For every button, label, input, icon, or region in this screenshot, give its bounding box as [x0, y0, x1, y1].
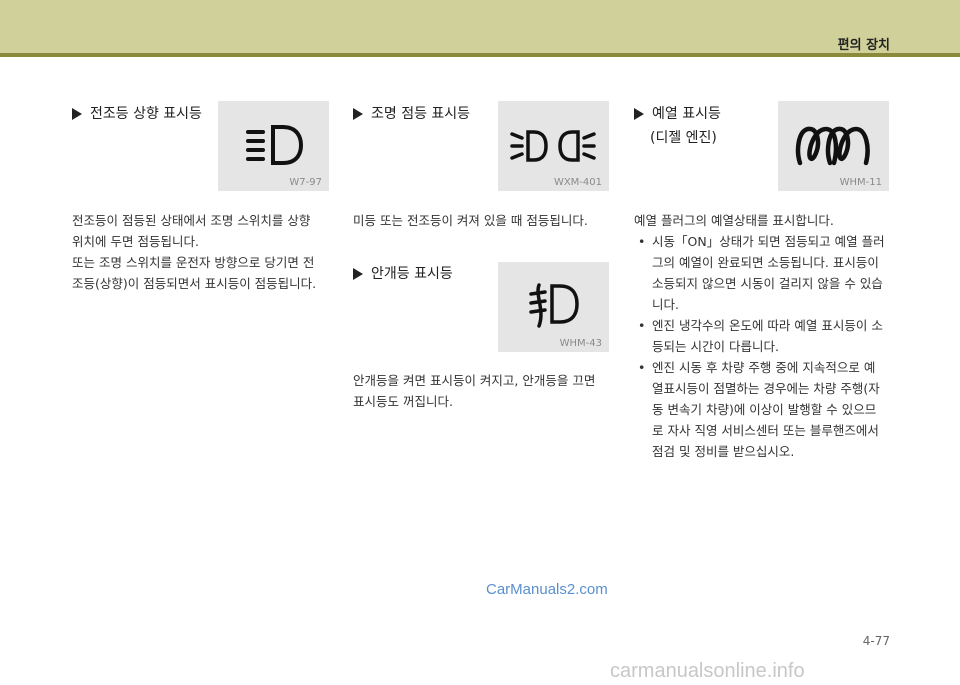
bullet-item: 엔진 시동 후 차량 주행 중에 지속적으로 예 열표시등이 점멸하는 경우에는…: [634, 357, 896, 462]
col-position-lamp: 조명 점등 표시등: [353, 104, 493, 124]
body-line: 위치에 두면 점등됩니다.: [72, 234, 199, 249]
triangle-icon: [353, 108, 363, 120]
high-beam-body: 전조등이 점등된 상태에서 조명 스위치를 상향 위치에 두면 점등됩니다. 또…: [72, 210, 334, 294]
body-line: 조등(상향)이 점등되면서 표시등이 점등됩니다.: [72, 276, 317, 291]
fog-lamp-icon: [529, 283, 579, 328]
glow-plug-body: 예열 플러그의 예열상태를 표시합니다. 시동「ON」상태가 되면 점등되고 예…: [634, 210, 896, 462]
page-number: 4-77: [862, 634, 890, 648]
header-rule: [0, 53, 960, 57]
body-line: 미등 또는 전조등이 켜져 있을 때 점등됩니다.: [353, 213, 588, 228]
glow-plug-icon-box: WHM-11: [778, 101, 889, 191]
position-lamp-code: WXM-401: [553, 177, 602, 188]
header-bar: [0, 0, 960, 53]
fog-lamp-body: 안개등을 켜면 표시등이 켜지고, 안개등을 끄면 표시등도 꺼집니다.: [353, 370, 615, 412]
glow-plug-code: WHM-11: [839, 177, 882, 188]
fog-lamp-icon-box: WHM-43: [498, 262, 609, 352]
position-lamp-icon: [510, 130, 596, 162]
position-lamp-body: 미등 또는 전조등이 켜져 있을 때 점등됩니다.: [353, 210, 603, 231]
site-watermark: carmanualsonline.info: [610, 660, 805, 682]
glow-plug-bullets: 시동「ON」상태가 되면 점등되고 예열 플러 그의 예열이 완료되면 소등됩니…: [634, 231, 896, 462]
position-lamp-heading: 조명 점등 표시등: [353, 104, 493, 124]
triangle-icon: [72, 108, 82, 120]
high-beam-code: W7-97: [289, 177, 322, 188]
body-line: 안개등을 켜면 표시등이 켜지고, 안개등을 끄면: [353, 373, 596, 388]
high-beam-icon-box: W7-97: [218, 101, 329, 191]
section-title: 편의 장치: [837, 38, 890, 53]
body-line: 예열 플러그의 예열상태를 표시합니다.: [634, 213, 834, 228]
glow-plug-title: 예열 표시등: [652, 106, 721, 122]
position-lamp-icon-box: WXM-401: [498, 101, 609, 191]
body-line: 전조등이 점등된 상태에서 조명 스위치를 상향: [72, 213, 311, 228]
body-line: 표시등도 꺼집니다.: [353, 394, 453, 409]
glow-plug-heading: 예열 표시등: [634, 104, 774, 124]
bullet-item: 엔진 냉각수의 온도에 따라 예열 표시등이 소 등되는 시간이 다릅니다.: [634, 315, 896, 357]
glow-plug-icon: [795, 126, 870, 166]
watermark-link[interactable]: CarManuals2.com: [486, 581, 608, 598]
bullet-item: 시동「ON」상태가 되면 점등되고 예열 플러 그의 예열이 완료되면 소등됩니…: [634, 231, 896, 315]
fog-lamp-heading: 안개등 표시등: [353, 264, 493, 284]
fog-lamp-code: WHM-43: [559, 338, 602, 349]
triangle-icon: [634, 108, 644, 120]
col-fog-lamp: 안개등 표시등: [353, 264, 493, 284]
glow-plug-subtitle: (디젤 엔진): [650, 130, 717, 146]
high-beam-title: 전조등 상향 표시등: [90, 106, 202, 122]
triangle-icon: [353, 268, 363, 280]
col-glow-plug: 예열 표시등 (디젤 엔진): [634, 104, 774, 148]
fog-lamp-title: 안개등 표시등: [371, 266, 453, 282]
high-beam-icon: [246, 125, 304, 165]
body-line: 또는 조명 스위치를 운전자 방향으로 당기면 전: [72, 255, 315, 270]
position-lamp-title: 조명 점등 표시등: [371, 106, 471, 122]
